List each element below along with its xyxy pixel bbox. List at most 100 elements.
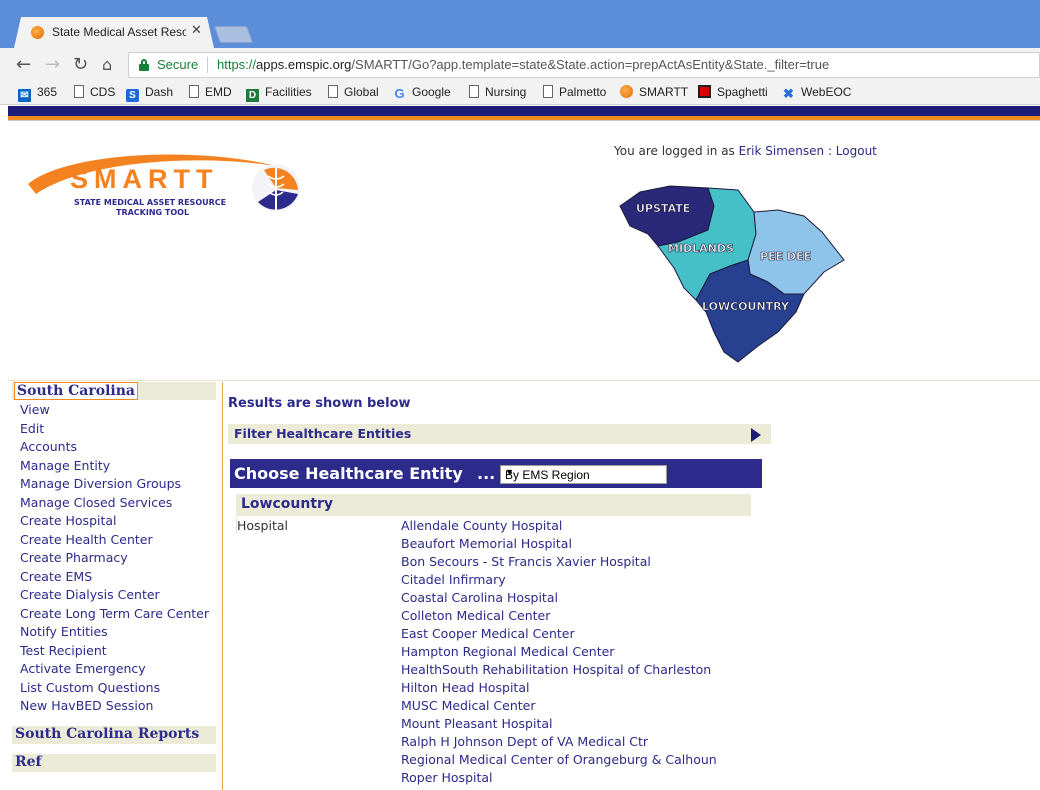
bookmark-label: WebEOC (801, 85, 852, 99)
bookmark-nursing[interactable]: Nursing (467, 85, 526, 99)
hospital-link[interactable]: MUSC Medical Center (401, 698, 717, 716)
hospital-link[interactable]: Coastal Carolina Hospital (401, 590, 717, 608)
sidebar-item[interactable]: Manage Diversion Groups (20, 476, 181, 491)
bookmark-label: Facilities (265, 85, 312, 99)
bookmark-emd[interactable]: EMD (187, 85, 232, 99)
forward-arrow-icon[interactable]: → (45, 54, 60, 75)
sc-region-map: UPSTATE MIDLANDS PEE DEE LOWCOUNTRY (619, 185, 845, 363)
bookmark-google[interactable]: G Google (393, 85, 451, 101)
filter-bar[interactable]: Filter Healthcare Entities (228, 424, 771, 444)
smartt-icon (620, 85, 633, 98)
hospital-link[interactable]: Colleton Medical Center (401, 608, 717, 626)
bookmark-cds[interactable]: CDS (72, 85, 115, 99)
bookmark-webeoc[interactable]: ✖ WebEOC (782, 85, 851, 100)
bookmark-label: Nursing (485, 85, 527, 99)
user-name-link[interactable]: Erik Simensen (739, 144, 824, 158)
bookmarks-bar: ✉ 365 CDS S Dash EMD D Facilities Global GG… (0, 82, 1040, 105)
hospital-link[interactable]: Hilton Head Hospital (401, 680, 717, 698)
bookmark-label: SMARTT (639, 85, 689, 99)
map-label-upstate: UPSTATE (636, 202, 690, 215)
sidebar-item[interactable]: Manage Entity (20, 458, 110, 473)
sidebar-reports-title[interactable]: South Carolina Reports (15, 726, 199, 742)
hospital-list: Allendale County Hospital Beaufort Memori… (401, 518, 717, 788)
hospital-link[interactable]: Mount Pleasant Hospital (401, 716, 717, 734)
map-label-peedee: PEE DEE (760, 250, 811, 263)
url-text[interactable]: https://apps.emspic.org/SMARTT/Go?app.te… (217, 57, 829, 72)
sidebar-reports-header: South Carolina Reports (12, 726, 216, 744)
sidebar-item[interactable]: Create Hospital (20, 513, 117, 528)
filter-label: Filter Healthcare Entities (234, 426, 412, 441)
hospital-link[interactable]: Bon Secours - St Francis Xavier Hospital (401, 554, 717, 572)
dash-icon: S (126, 89, 139, 102)
map-label-midlands: MIDLANDS (668, 242, 734, 255)
sidebar-item[interactable]: Activate Emergency (20, 661, 146, 676)
sidebar-section-title[interactable]: South Carolina (14, 382, 138, 400)
spaghetti-icon (698, 85, 711, 98)
results-title: Results are shown below (228, 396, 411, 411)
tab-title: State Medical Asset Resource (52, 25, 186, 39)
sidebar-item[interactable]: New HavBED Session (20, 698, 153, 713)
sidebar-item[interactable]: Create Pharmacy (20, 550, 128, 565)
sidebar: South Carolina View Edit Accounts Manage En… (12, 382, 223, 790)
sidebar-item[interactable]: Notify Entities (20, 624, 108, 639)
hospital-link[interactable]: Hampton Regional Medical Center (401, 644, 717, 662)
mail-icon: ✉ (18, 89, 31, 102)
region-header: Lowcountry (236, 494, 751, 516)
sidebar-item[interactable]: Edit (20, 421, 44, 436)
bookmark-label: Spaghetti (717, 85, 768, 99)
sidebar-item[interactable]: Create Long Term Care Center (20, 606, 209, 621)
sidebar-item[interactable]: View (20, 402, 50, 417)
hospital-link[interactable]: Roper Hospital (401, 770, 717, 788)
bookmark-label: EMD (205, 85, 232, 99)
sidebar-item[interactable]: Test Recipient (20, 643, 107, 658)
sidebar-item[interactable]: Create Dialysis Center (20, 587, 160, 602)
region-title: Lowcountry (241, 496, 334, 512)
map-label-lowcountry: LOWCOUNTRY (702, 300, 790, 313)
google-icon: G (394, 86, 405, 101)
hospital-link[interactable]: Ralph H Johnson Dept of VA Medical Ctr (401, 734, 717, 752)
bookmark-smartt[interactable]: SMARTT (620, 85, 688, 99)
logo-subtitle-line2: TRACKING TOOL (116, 208, 190, 217)
bookmark-label: Google (412, 85, 451, 99)
sidebar-item[interactable]: Manage Closed Services (20, 495, 172, 510)
bookmark-label: Palmetto (559, 85, 607, 99)
hospital-link[interactable]: HealthSouth Rehabilitation Hospital of C… (401, 662, 717, 680)
hospital-link[interactable]: Beaufort Memorial Hospital (401, 536, 717, 554)
sidebar-item[interactable]: Accounts (20, 439, 77, 454)
choose-entity-title: Choose Healthcare Entity (234, 464, 463, 483)
hospital-link[interactable]: Citadel Infirmary (401, 572, 717, 590)
region-select[interactable]: By EMS Region ▼ (500, 465, 667, 484)
content-divider (8, 380, 1040, 381)
bookmark-spaghetti[interactable]: Spaghetti (698, 85, 768, 99)
smartt-logo[interactable]: SMARTT STATE MEDICAL ASSET RESOURCE TRAC… (26, 150, 302, 224)
expand-arrow-icon[interactable] (751, 428, 761, 442)
page: SMARTT STATE MEDICAL ASSET RESOURCE TRAC… (8, 106, 1040, 790)
home-icon[interactable]: ⌂ (102, 55, 112, 74)
d-icon: D (246, 89, 259, 102)
bookmark-365[interactable]: ✉ 365 (18, 85, 57, 102)
back-arrow-icon[interactable]: ← (16, 54, 31, 75)
address-bar[interactable]: Secure https://apps.emspic.org/SMARTT/Go… (128, 52, 1040, 78)
bookmark-dash[interactable]: S Dash (126, 85, 173, 102)
bookmark-palmetto[interactable]: Palmetto (541, 85, 606, 99)
hospital-link[interactable]: Regional Medical Center of Orangeburg & … (401, 752, 717, 770)
logo-wordmark: SMARTT (70, 164, 219, 194)
bookmark-global[interactable]: Global (326, 85, 379, 99)
sidebar-ref-title[interactable]: Ref (15, 754, 42, 770)
page-icon (543, 85, 553, 98)
sidebar-item[interactable]: List Custom Questions (20, 680, 160, 695)
lock-icon (139, 59, 149, 71)
url-scheme: https:// (217, 57, 257, 72)
new-tab-button[interactable] (213, 26, 254, 43)
reload-icon[interactable]: ↻ (73, 54, 88, 75)
page-icon (74, 85, 84, 98)
hospital-link[interactable]: Allendale County Hospital (401, 518, 717, 536)
browser-tab-active[interactable]: State Medical Asset Resource ✕ (14, 17, 214, 48)
hospital-link[interactable]: East Cooper Medical Center (401, 626, 717, 644)
bookmark-facilities[interactable]: D Facilities (246, 85, 312, 102)
sidebar-item[interactable]: Create EMS (20, 569, 92, 584)
logout-link[interactable]: Logout (836, 144, 877, 158)
sidebar-item[interactable]: Create Health Center (20, 532, 153, 547)
page-icon (469, 85, 479, 98)
tab-close-icon[interactable]: ✕ (191, 23, 202, 38)
